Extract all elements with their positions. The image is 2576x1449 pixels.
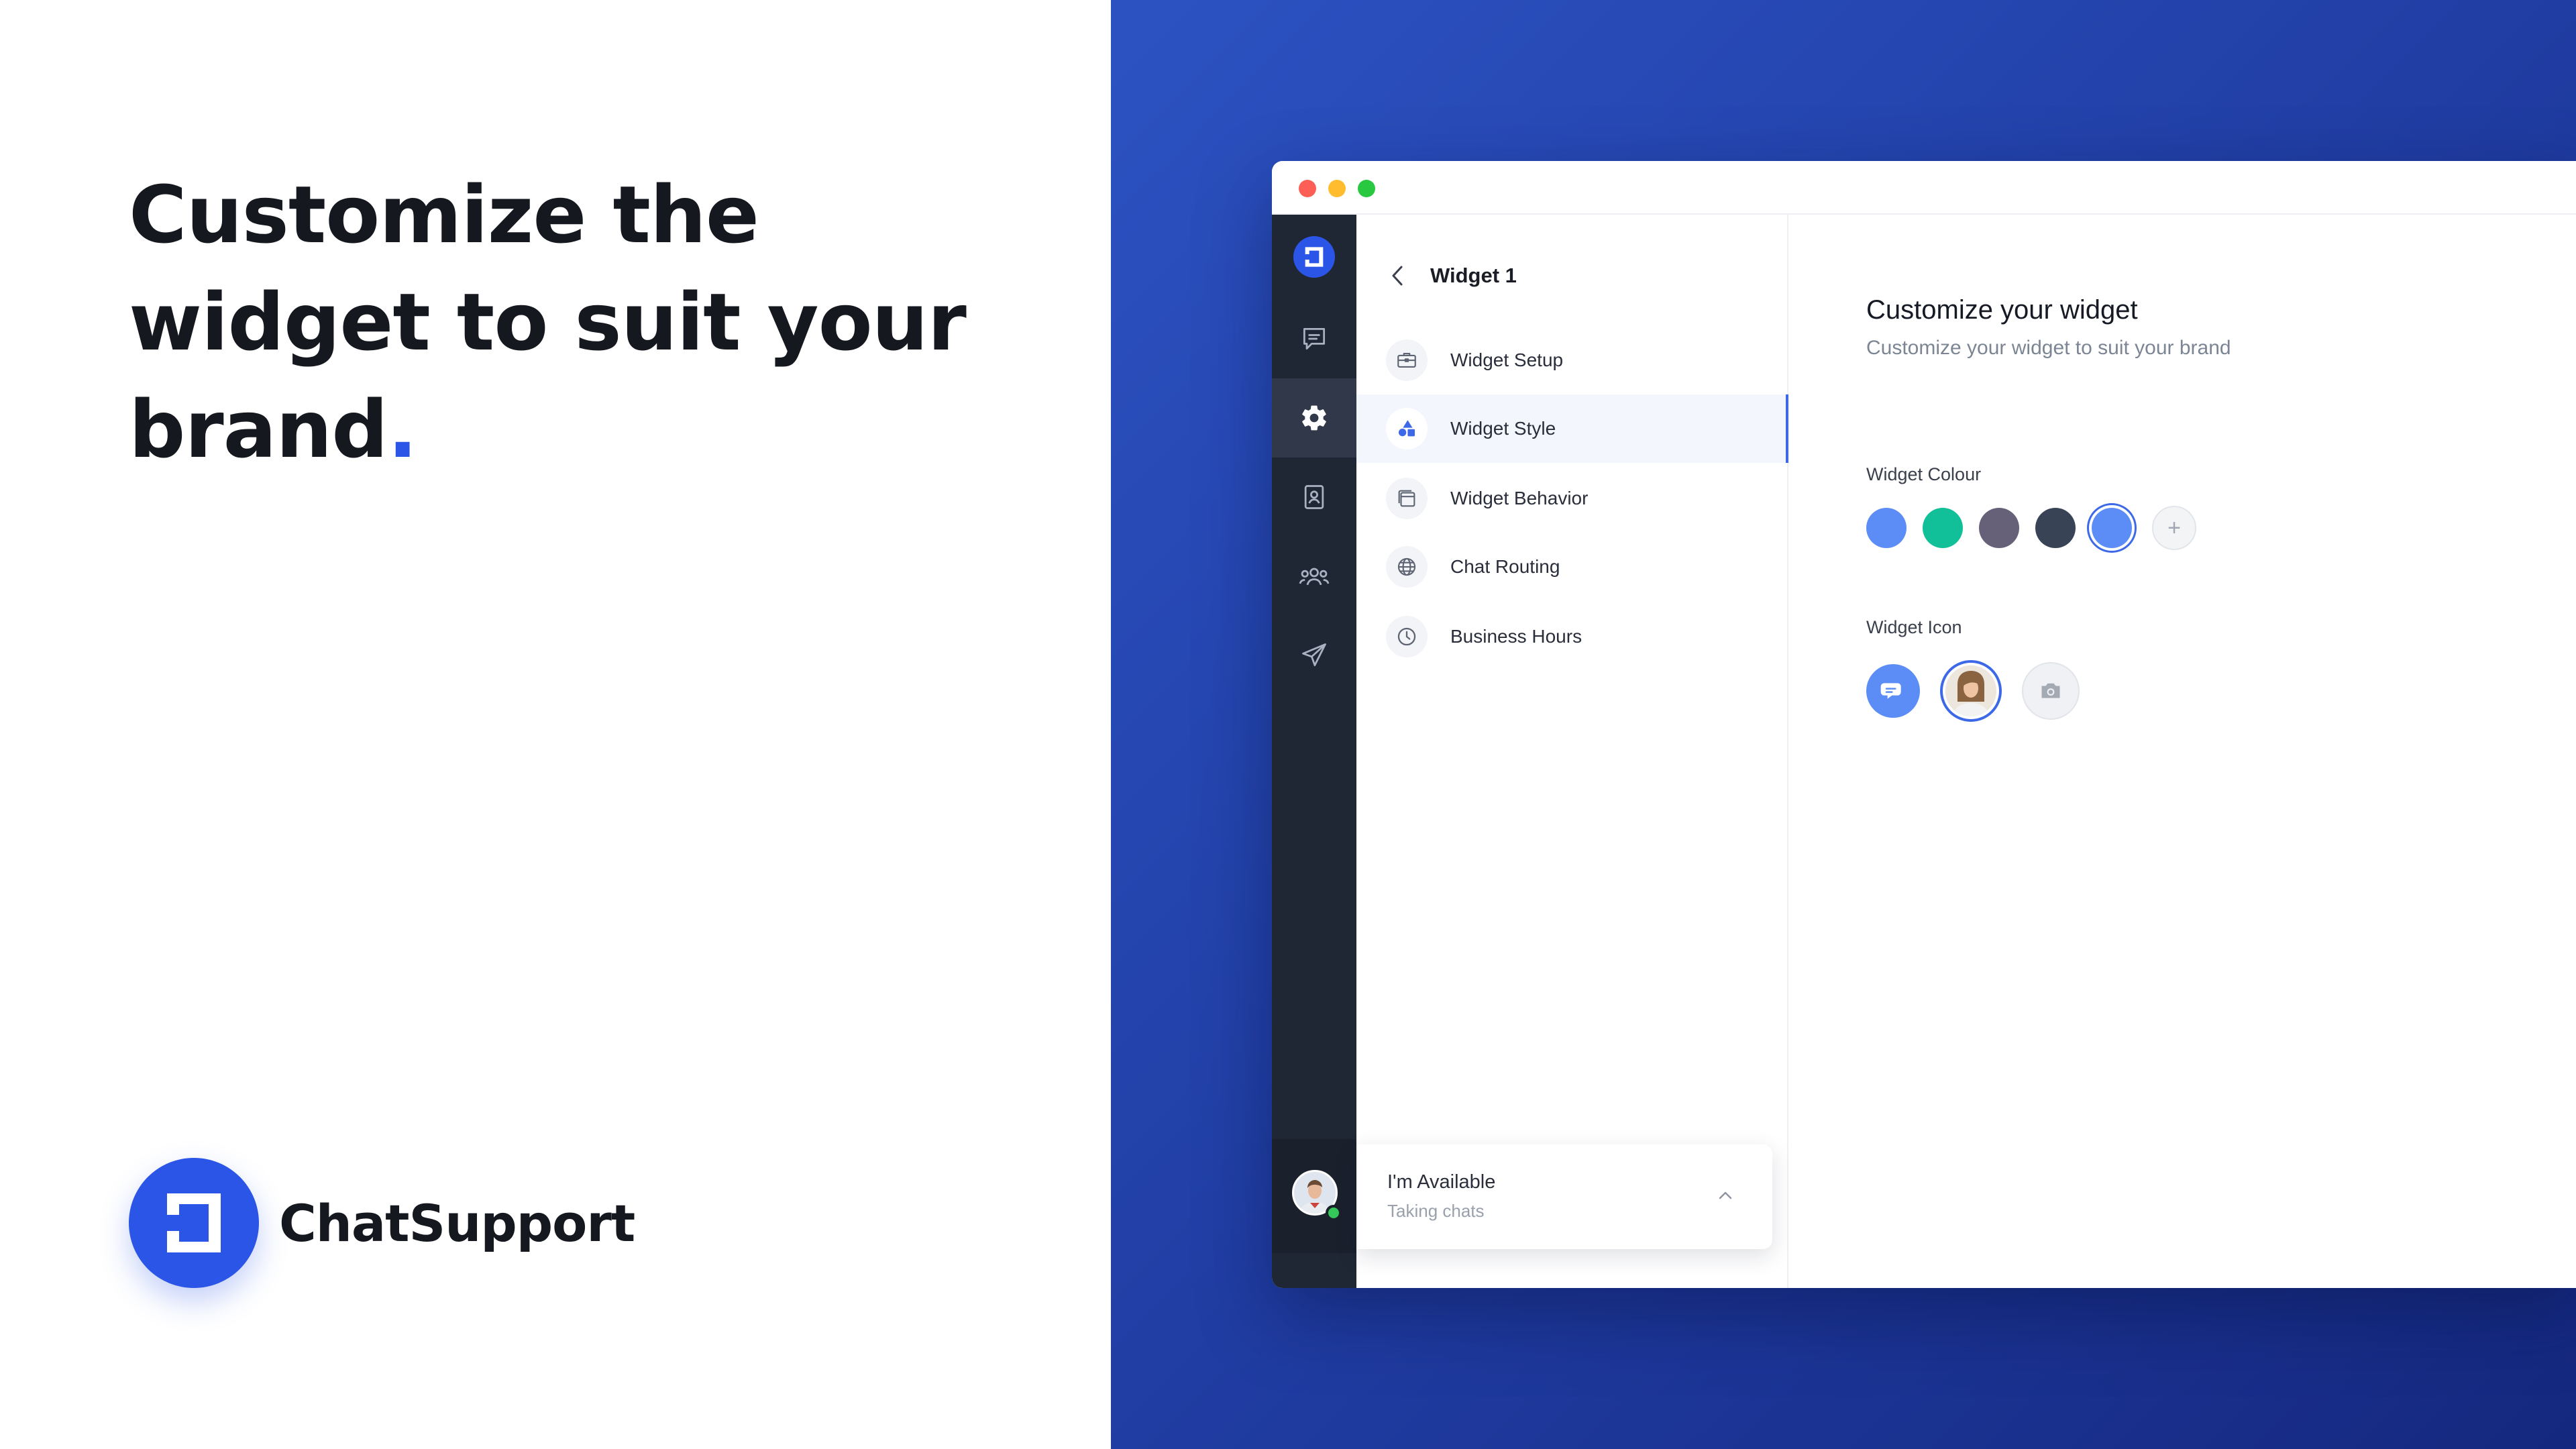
windows-icon bbox=[1386, 478, 1428, 519]
back-button[interactable] bbox=[1390, 262, 1410, 289]
colour-swatch-slate[interactable] bbox=[2035, 508, 2076, 548]
menu-item-label: Widget Setup bbox=[1450, 350, 1564, 370]
menu-item-business-hours[interactable]: Business Hours bbox=[1356, 602, 1788, 671]
online-status-dot bbox=[1326, 1205, 1342, 1221]
chat-bubble-icon[interactable] bbox=[1866, 664, 1920, 718]
send-icon bbox=[1302, 643, 1326, 667]
page-title: Customize your widget bbox=[1866, 295, 2138, 325]
camera-icon[interactable] bbox=[2022, 662, 2080, 720]
menu-item-widget-style[interactable]: Widget Style bbox=[1356, 394, 1788, 463]
colour-swatch-blue[interactable] bbox=[1866, 508, 1907, 548]
settings-menu: Widget 1 Widget Setup Widget Style Widge… bbox=[1356, 215, 1788, 1288]
maximize-window-button[interactable] bbox=[1358, 180, 1375, 197]
clock-icon bbox=[1386, 616, 1428, 657]
team-icon bbox=[1299, 568, 1330, 586]
chat-icon bbox=[1303, 327, 1326, 350]
chevron-left-icon bbox=[1392, 266, 1403, 286]
marketing-panel: Customize the widget to suit your brand.… bbox=[0, 0, 1111, 1449]
rail-item-team[interactable] bbox=[1272, 537, 1356, 616]
agent-photo bbox=[1945, 665, 1996, 716]
colour-swatch-selected[interactable] bbox=[2092, 508, 2132, 548]
colour-swatch-teal[interactable] bbox=[1923, 508, 1963, 548]
headline: Customize the widget to suit your brand. bbox=[129, 161, 1081, 483]
colour-swatch-purple-grey[interactable] bbox=[1979, 508, 2019, 548]
headline-accent-dot: . bbox=[387, 383, 418, 476]
menu-item-widget-behavior[interactable]: Widget Behavior bbox=[1356, 464, 1788, 533]
widget-colour-label: Widget Colour bbox=[1866, 464, 1982, 484]
rail-item-contacts[interactable] bbox=[1272, 458, 1356, 537]
availability-status-card[interactable]: I'm Available Taking chats bbox=[1356, 1144, 1772, 1249]
colour-swatches: + bbox=[1866, 504, 2196, 551]
widget-icon-label: Widget Icon bbox=[1866, 617, 1962, 637]
page-subtitle: Customize your widget to suit your brand bbox=[1866, 337, 2231, 359]
menu-item-widget-setup[interactable]: Widget Setup bbox=[1356, 326, 1788, 394]
globe-icon bbox=[1386, 546, 1428, 588]
contact-book-icon bbox=[1304, 485, 1324, 509]
rail-item-chats[interactable] bbox=[1272, 299, 1356, 378]
brand-lockup: ChatSupport bbox=[129, 1158, 635, 1288]
shapes-icon bbox=[1386, 408, 1428, 449]
menu-header: Widget 1 bbox=[1390, 259, 1517, 292]
app-window: Widget 1 Widget Setup Widget Style Widge… bbox=[1272, 161, 2576, 1288]
brand-logo-icon bbox=[129, 1158, 259, 1288]
status-title: I'm Available bbox=[1387, 1171, 1496, 1193]
menu-item-label: Business Hours bbox=[1450, 626, 1582, 647]
status-subtitle: Taking chats bbox=[1387, 1201, 1485, 1221]
gear-icon bbox=[1302, 405, 1326, 431]
menu-item-label: Widget Behavior bbox=[1450, 488, 1589, 508]
rail-item-settings[interactable] bbox=[1272, 378, 1356, 458]
app-logo-icon[interactable] bbox=[1293, 236, 1335, 278]
headline-line-2: widget to suit your bbox=[129, 276, 967, 368]
close-window-button[interactable] bbox=[1299, 180, 1316, 197]
minimize-window-button[interactable] bbox=[1328, 180, 1346, 197]
add-colour-button[interactable]: + bbox=[2152, 506, 2196, 550]
brand-name: ChatSupport bbox=[279, 1193, 635, 1253]
menu-item-label: Chat Routing bbox=[1450, 556, 1560, 577]
window-titlebar bbox=[1272, 161, 2576, 215]
menu-item-label: Widget Style bbox=[1450, 418, 1556, 439]
menu-title: Widget 1 bbox=[1430, 264, 1517, 287]
chevron-up-icon[interactable] bbox=[1716, 1186, 1735, 1205]
briefcase-icon bbox=[1386, 339, 1428, 381]
headline-line-1: Customize the bbox=[129, 168, 759, 261]
rail-item-campaigns[interactable] bbox=[1272, 616, 1356, 695]
headline-line-3-text: brand bbox=[129, 383, 388, 476]
headline-line-3: brand. bbox=[129, 376, 1081, 483]
agent-photo-option[interactable] bbox=[1940, 660, 2002, 722]
icon-rail bbox=[1272, 215, 1356, 1288]
widget-icon-options bbox=[1866, 659, 2100, 723]
rail-user-area bbox=[1272, 1139, 1356, 1253]
showcase-panel: Widget 1 Widget Setup Widget Style Widge… bbox=[1111, 0, 2576, 1449]
widget-style-content: Customize your widget Customize your wid… bbox=[1788, 215, 2576, 1288]
menu-item-chat-routing[interactable]: Chat Routing bbox=[1356, 533, 1788, 601]
